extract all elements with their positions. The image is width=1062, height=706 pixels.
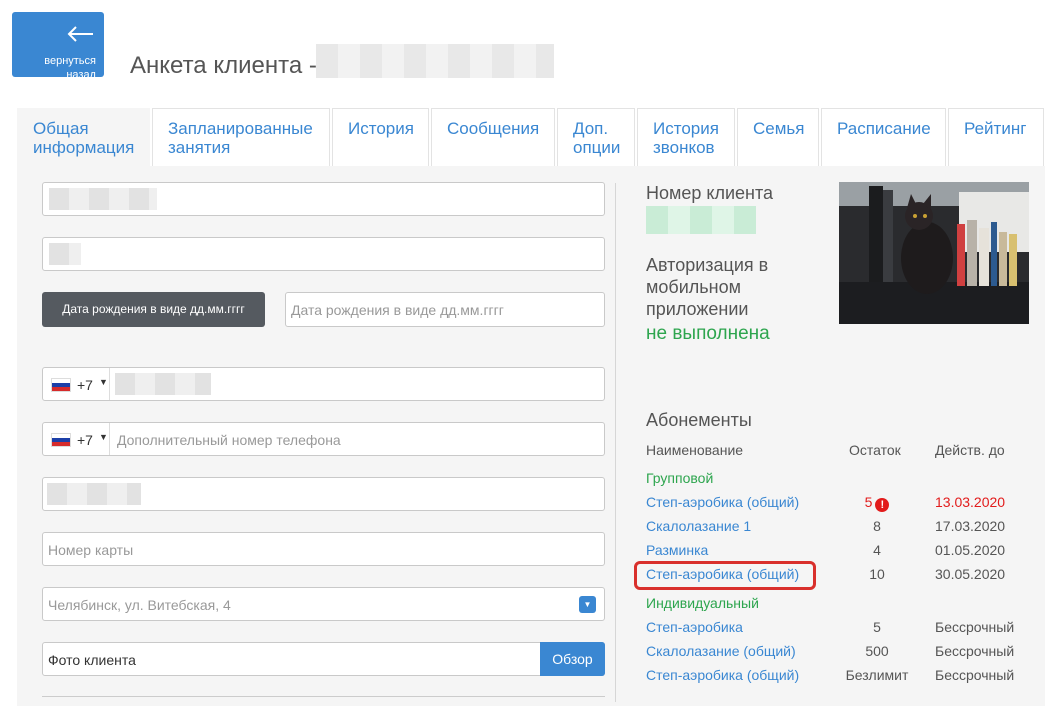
dob-format-button[interactable]: Дата рождения в виде дд.мм.гггг <box>42 292 265 327</box>
subscription-link[interactable]: Скалолазание 1 <box>646 518 751 534</box>
subscription-remaining: 10 <box>869 566 885 582</box>
subscription-remaining: 8 <box>873 518 881 534</box>
tab-rating[interactable]: Рейтинг <box>948 108 1044 166</box>
redacted-value <box>49 188 157 210</box>
subscription-valid-until: 30.05.2020 <box>935 566 1006 582</box>
subscription-link[interactable]: Скалолазание (общий) <box>646 643 796 659</box>
extra-phone-field[interactable]: +7 ▼ Дополнительный номер телефона <box>42 422 605 456</box>
russia-flag-icon[interactable] <box>51 433 71 447</box>
subscription-remaining: 500 <box>865 643 889 659</box>
col-valid-header: Действ. до <box>935 442 1005 458</box>
russia-flag-icon[interactable] <box>51 378 71 392</box>
subscription-link[interactable]: Разминка <box>646 542 708 558</box>
tab-messages[interactable]: Сообщения <box>431 108 555 166</box>
subscription-valid-until: 01.05.2020 <box>935 542 1006 558</box>
auth-status: не выполнена <box>646 323 770 344</box>
last-name-field[interactable] <box>42 182 605 216</box>
tab-call-history[interactable]: История звонков <box>637 108 735 166</box>
subscription-valid-until: Бессрочный <box>935 667 1015 683</box>
client-number-redacted <box>646 206 756 234</box>
redacted-value <box>115 373 211 395</box>
subscription-remaining: 4 <box>873 542 881 558</box>
subscription-remaining: 5 <box>873 619 881 635</box>
selection-highlight <box>634 561 816 590</box>
browse-button[interactable]: Обзор <box>540 642 605 676</box>
redacted-value <box>49 243 81 265</box>
subscription-valid-until: 17.03.2020 <box>935 518 1006 534</box>
col-remaining-header: Остаток <box>849 442 901 458</box>
redacted-value <box>47 483 141 505</box>
first-name-field[interactable] <box>42 237 605 271</box>
column-divider <box>615 183 616 702</box>
card-number-field[interactable]: Номер карты <box>42 532 605 566</box>
divider <box>42 696 605 697</box>
client-photo <box>839 182 1029 324</box>
phone-field[interactable]: +7 ▼ <box>42 367 605 401</box>
subscription-link[interactable]: Степ-аэробика <box>646 619 743 635</box>
tab-family[interactable]: Семья <box>737 108 819 166</box>
caret-down-icon: ▼ <box>99 377 108 387</box>
subscription-link[interactable]: Степ-аэробика (общий) <box>646 667 799 683</box>
tab-scheduled-classes[interactable]: Запланированные занятия <box>152 108 330 166</box>
subscriptions-title: Абонементы <box>646 410 752 430</box>
subscription-remaining: 5! <box>837 494 917 512</box>
tab-schedule[interactable]: Расписание <box>821 108 946 166</box>
auth-label: Авторизация в мобильном приложении <box>646 255 769 319</box>
back-button[interactable]: вернуться назад <box>12 12 104 81</box>
tab-history[interactable]: История <box>332 108 429 166</box>
back-button-label: вернуться назад <box>44 55 96 81</box>
tab-extra-options[interactable]: Доп. опции <box>557 108 635 166</box>
subscription-valid-until: Бессрочный <box>935 643 1015 659</box>
warning-icon: ! <box>875 498 890 512</box>
subscription-valid-until: 13.03.2020 <box>935 494 1006 510</box>
subscription-link[interactable]: Степ-аэробика (общий) <box>646 494 799 510</box>
chevron-down-icon[interactable]: ▼ <box>579 596 596 613</box>
group-category-label: Групповой <box>646 470 714 486</box>
tab-bar: Общая информация Запланированные занятия И… <box>17 108 1045 166</box>
page-title: Анкета клиента - <box>130 52 317 79</box>
client-number-label: Номер клиента <box>646 183 774 203</box>
email-field[interactable] <box>42 477 605 511</box>
photo-upload-field[interactable]: Фото клиента Обзор <box>42 642 605 676</box>
subscription-valid-until: Бессрочный <box>935 619 1015 635</box>
col-name-header: Наименование <box>646 442 744 458</box>
tab-general-info[interactable]: Общая информация <box>17 108 150 166</box>
location-select[interactable]: Челябинск, ул. Витебская, 4 ▼ <box>42 587 605 621</box>
arrow-left-icon <box>67 26 93 42</box>
individual-category-label: Индивидуальный <box>646 595 759 611</box>
dob-input[interactable]: Дата рождения в виде дд.мм.гггг <box>285 292 605 327</box>
caret-down-icon: ▼ <box>99 432 108 442</box>
client-name-redacted <box>316 44 554 78</box>
subscription-remaining: Безлимит <box>845 667 909 683</box>
